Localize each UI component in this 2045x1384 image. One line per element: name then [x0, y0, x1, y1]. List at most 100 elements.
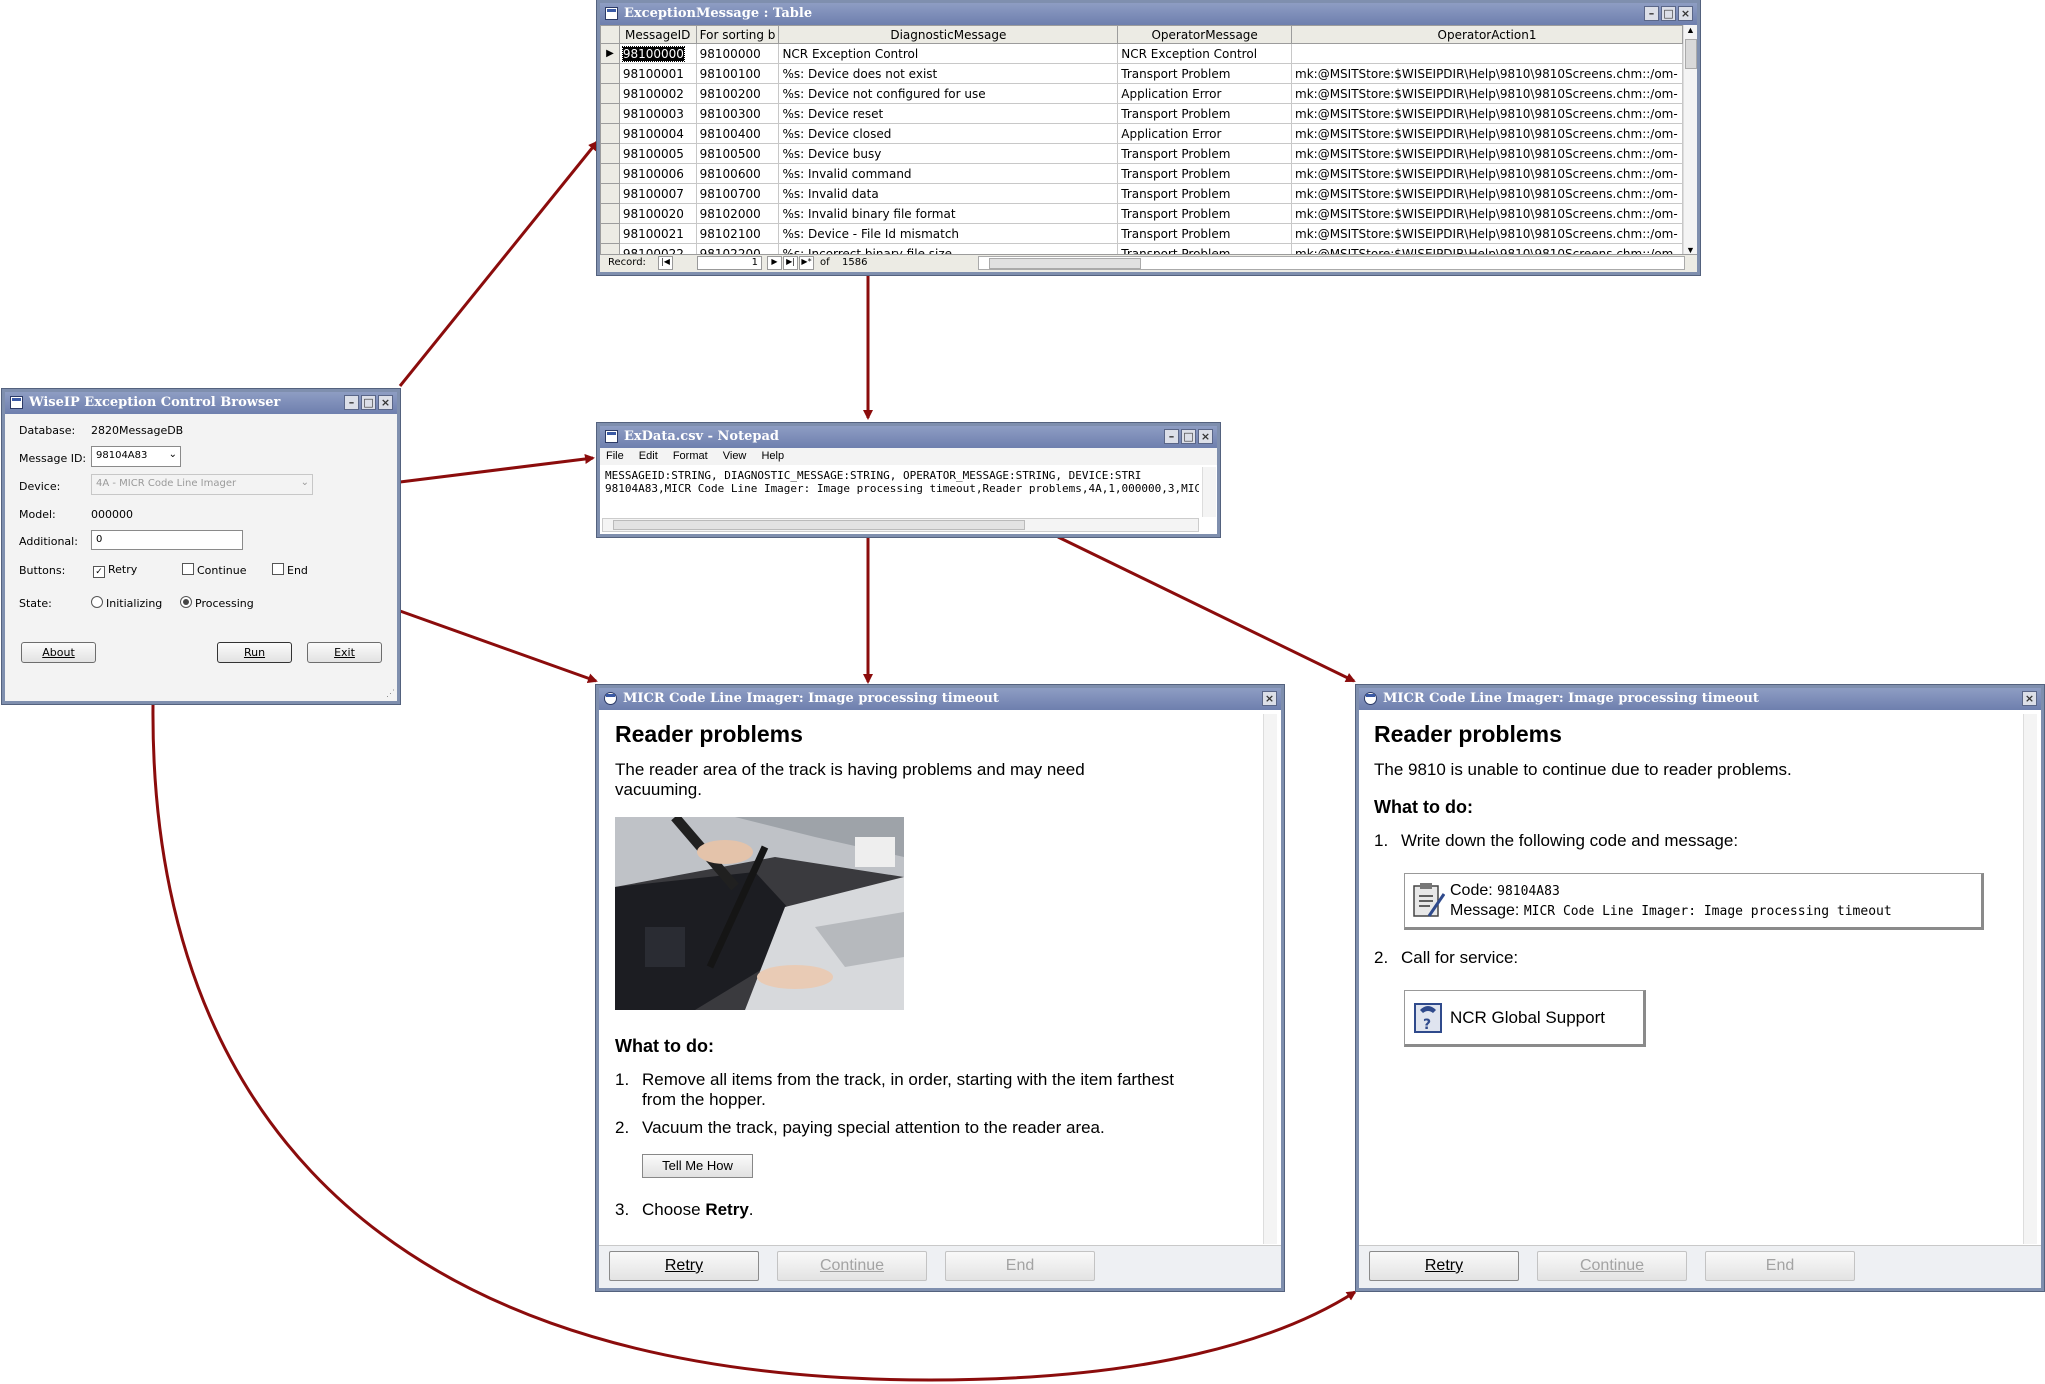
minimize-icon[interactable]: –: [1164, 429, 1179, 444]
about-button[interactable]: About: [21, 642, 96, 663]
scroll-up-icon[interactable]: ▲: [1684, 25, 1697, 35]
continue-checkbox[interactable]: Continue: [182, 563, 246, 577]
close-icon[interactable]: ×: [2022, 691, 2037, 706]
table-cell[interactable]: [1291, 43, 1683, 64]
table-row[interactable]: 98100020 98102000 %s: Invalid binary file …: [600, 203, 1683, 224]
first-record-icon[interactable]: |◀: [658, 256, 673, 270]
table-cell[interactable]: mk:@MSITStore:$WISEIPDIR\Help\9810\9810S…: [1291, 123, 1683, 144]
table-cell[interactable]: NCR Exception Control: [778, 43, 1119, 64]
table-cell[interactable]: 98100300: [695, 103, 780, 124]
table-cell[interactable]: 98100005: [618, 143, 697, 164]
notepad-text-area[interactable]: MESSAGEID:STRING, DIAGNOSTIC_MESSAGE:STR…: [605, 469, 1199, 495]
run-button[interactable]: Run: [217, 642, 292, 663]
close-icon[interactable]: ×: [378, 395, 393, 410]
table-cell[interactable]: Transport Problem: [1117, 103, 1293, 124]
help2-end-button[interactable]: End: [1705, 1251, 1855, 1281]
minimize-icon[interactable]: –: [1644, 6, 1659, 21]
table-cell[interactable]: Transport Problem: [1117, 163, 1293, 184]
table-cell[interactable]: %s: Device busy: [778, 143, 1119, 164]
record-number-input[interactable]: 1: [697, 256, 762, 270]
close-icon[interactable]: ×: [1198, 429, 1213, 444]
menu-view[interactable]: View: [723, 450, 747, 462]
table-cell[interactable]: %s: Device - File Id mismatch: [778, 223, 1119, 244]
table-cell[interactable]: 98100006: [618, 163, 697, 184]
menu-format[interactable]: Format: [673, 450, 708, 462]
table-cell[interactable]: 98100002: [618, 83, 697, 104]
minimize-icon[interactable]: –: [344, 395, 359, 410]
table-cell[interactable]: Transport Problem: [1117, 203, 1293, 224]
table-cell[interactable]: Transport Problem: [1117, 63, 1293, 84]
help2-continue-button[interactable]: Continue: [1537, 1251, 1687, 1281]
table-cell[interactable]: %s: Device reset: [778, 103, 1119, 124]
table-cell[interactable]: mk:@MSITStore:$WISEIPDIR\Help\9810\9810S…: [1291, 143, 1683, 164]
initializing-radio[interactable]: Initializing: [91, 596, 162, 610]
table-cell[interactable]: %s: Device closed: [778, 123, 1119, 144]
current-row-arrow-icon[interactable]: ▶: [600, 43, 620, 64]
next-record-icon[interactable]: ▶: [767, 256, 782, 270]
new-record-icon[interactable]: ▶*: [799, 256, 814, 270]
help1-vertical-scrollbar[interactable]: [1263, 714, 1277, 1244]
help1-retry-button[interactable]: Retry: [609, 1251, 759, 1281]
processing-radio[interactable]: Processing: [180, 596, 254, 610]
row-selector[interactable]: [600, 63, 620, 84]
table-cell[interactable]: mk:@MSITStore:$WISEIPDIR\Help\9810\9810S…: [1291, 183, 1683, 204]
table-row[interactable]: 98100002 98100200 %s: Device not configure…: [600, 83, 1683, 104]
table-horizontal-scrollbar[interactable]: [978, 256, 1685, 270]
notepad-vertical-scrollbar[interactable]: [1202, 467, 1216, 517]
additional-input[interactable]: 0: [91, 530, 243, 550]
table-cell[interactable]: 98100600: [695, 163, 780, 184]
table-cell[interactable]: mk:@MSITStore:$WISEIPDIR\Help\9810\9810S…: [1291, 223, 1683, 244]
row-selector[interactable]: [600, 143, 620, 164]
table-cell[interactable]: Transport Problem: [1117, 223, 1293, 244]
table-cell[interactable]: 98100000: [695, 43, 780, 64]
last-record-icon[interactable]: ▶|: [783, 256, 798, 270]
exit-button[interactable]: Exit: [307, 642, 382, 663]
notepad-horizontal-scrollbar[interactable]: [602, 518, 1199, 532]
table-cell[interactable]: 98100001: [618, 63, 697, 84]
table-cell[interactable]: %s: Invalid data: [778, 183, 1119, 204]
table-cell[interactable]: %s: Invalid binary file format: [778, 203, 1119, 224]
help2-retry-button[interactable]: Retry: [1369, 1251, 1519, 1281]
table-cell[interactable]: mk:@MSITStore:$WISEIPDIR\Help\9810\9810S…: [1291, 63, 1683, 84]
row-selector[interactable]: [600, 183, 620, 204]
table-cell[interactable]: 98100500: [695, 143, 780, 164]
table-cell[interactable]: 98100400: [695, 123, 780, 144]
table-cell[interactable]: 98102000: [695, 203, 780, 224]
maximize-icon[interactable]: □: [1181, 429, 1196, 444]
tell-me-how-button[interactable]: Tell Me How: [642, 1154, 753, 1178]
retry-checkbox[interactable]: ✓ Retry: [93, 563, 137, 578]
table-cell[interactable]: Application Error: [1117, 83, 1293, 104]
row-selector[interactable]: [600, 223, 620, 244]
table-row[interactable]: ▶ 98100000 98100000 NCR Exception Control NC…: [600, 43, 1683, 64]
table-cell[interactable]: Transport Problem: [1117, 183, 1293, 204]
close-icon[interactable]: ×: [1262, 691, 1277, 706]
table-cell[interactable]: mk:@MSITStore:$WISEIPDIR\Help\9810\9810S…: [1291, 163, 1683, 184]
table-cell[interactable]: Application Error: [1117, 123, 1293, 144]
table-row[interactable]: 98100021 98102100 %s: Device - File Id mis…: [600, 223, 1683, 244]
table-cell[interactable]: 98100021: [618, 223, 697, 244]
scroll-thumb[interactable]: [1685, 39, 1697, 69]
table-cell[interactable]: 98100003: [618, 103, 697, 124]
message-id-select[interactable]: 98104A83 ⌄: [91, 446, 181, 467]
row-selector[interactable]: [600, 163, 620, 184]
help1-end-button[interactable]: End: [945, 1251, 1095, 1281]
table-cell[interactable]: 98100200: [695, 83, 780, 104]
column-header[interactable]: OperatorAction1: [1291, 25, 1683, 44]
table-cell[interactable]: 98100700: [695, 183, 780, 204]
hscroll-thumb[interactable]: [613, 520, 1025, 530]
row-selector[interactable]: [600, 83, 620, 104]
maximize-icon[interactable]: □: [361, 395, 376, 410]
column-header[interactable]: For sorting b: [695, 25, 780, 44]
help2-vertical-scrollbar[interactable]: [2023, 714, 2037, 1244]
table-cell[interactable]: mk:@MSITStore:$WISEIPDIR\Help\9810\9810S…: [1291, 103, 1683, 124]
table-cell[interactable]: 98100100: [695, 63, 780, 84]
table-row[interactable]: 98100007 98100700 %s: Invalid data Transpor…: [600, 183, 1683, 204]
table-cell[interactable]: 98100000: [618, 43, 697, 64]
help1-continue-button[interactable]: Continue: [777, 1251, 927, 1281]
table-row[interactable]: 98100006 98100600 %s: Invalid command Trans…: [600, 163, 1683, 184]
menu-file[interactable]: File: [606, 450, 624, 462]
table-cell[interactable]: 98100020: [618, 203, 697, 224]
column-header[interactable]: DiagnosticMessage: [778, 25, 1119, 44]
table-cell[interactable]: 98102100: [695, 223, 780, 244]
menu-help[interactable]: Help: [761, 450, 784, 462]
